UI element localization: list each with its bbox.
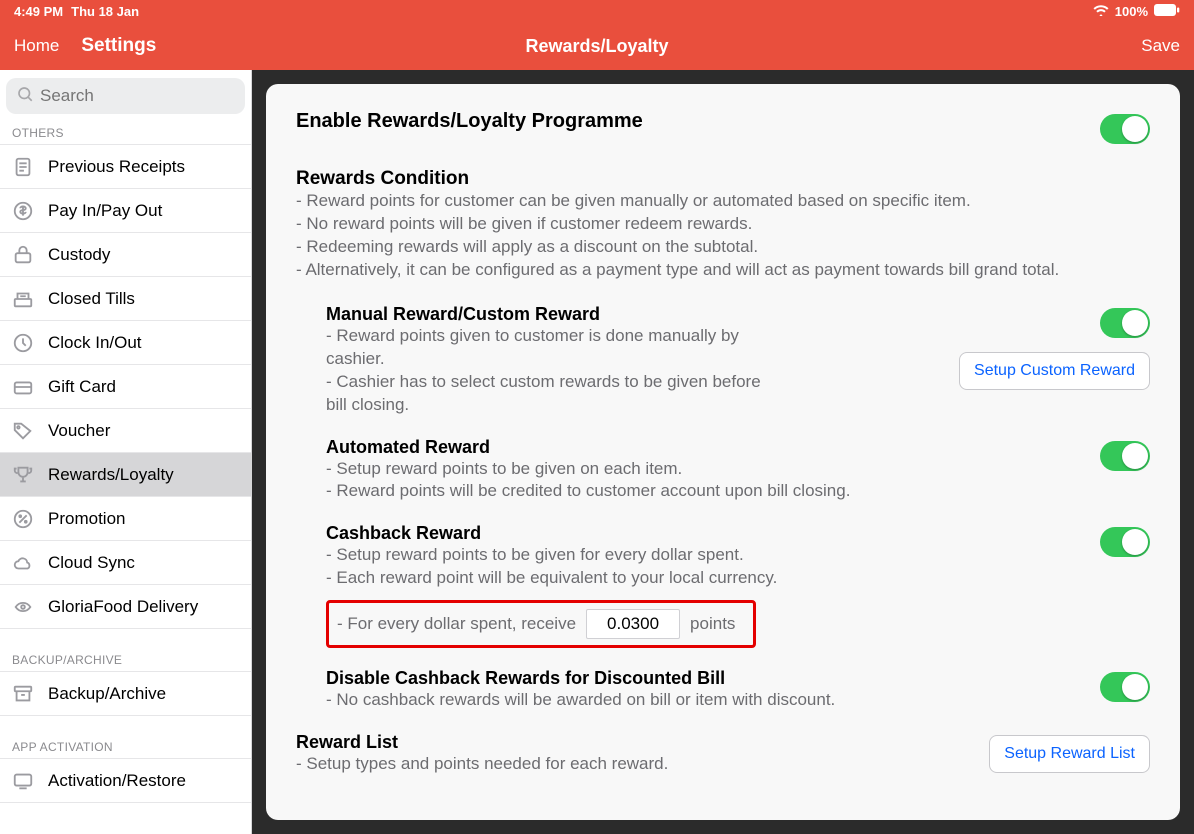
enable-rewards-title: Enable Rewards/Loyalty Programme [296, 110, 1086, 133]
content: Enable Rewards/Loyalty Programme Rewards… [252, 70, 1194, 834]
automated-reward-desc: - Setup reward points to be given on eac… [326, 458, 1086, 504]
nav-settings[interactable]: Settings [81, 35, 156, 57]
rewards-condition-title: Rewards Condition [296, 168, 1150, 190]
sidebar-item-label: Gift Card [48, 377, 116, 397]
disable-cashback-title: Disable Cashback Rewards for Discounted … [326, 668, 1086, 689]
sidebar-item-label: Activation/Restore [48, 771, 186, 791]
battery-percent: 100% [1115, 4, 1148, 19]
disable-cashback-desc: - No cashback rewards will be awarded on… [326, 689, 1086, 712]
sidebar-item-label: Pay In/Pay Out [48, 201, 162, 221]
sidebar-item-label: Closed Tills [48, 289, 135, 309]
sidebar-item-rewards[interactable]: Rewards/Loyalty [0, 453, 251, 497]
receipt-icon [10, 154, 36, 180]
setup-reward-list-button[interactable]: Setup Reward List [989, 735, 1150, 773]
tag-icon [10, 418, 36, 444]
device-icon [10, 768, 36, 794]
till-icon [10, 286, 36, 312]
section-backup: BACKUP/ARCHIVE [0, 629, 251, 672]
sidebar-item-label: Cloud Sync [48, 553, 135, 573]
sidebar-item-clock[interactable]: Clock In/Out [0, 321, 251, 365]
sidebar-item-label: Promotion [48, 509, 125, 529]
sidebar-item-label: Rewards/Loyalty [48, 465, 174, 485]
sidebar-item-custody[interactable]: Custody [0, 233, 251, 277]
sidebar-item-gloriafood[interactable]: GloriaFood Delivery [0, 585, 251, 629]
sidebar-item-label: GloriaFood Delivery [48, 597, 198, 617]
sidebar-item-activation[interactable]: Activation/Restore [0, 759, 251, 803]
trophy-icon [10, 462, 36, 488]
reward-list-title: Reward List [296, 732, 975, 753]
sidebar-item-previous-receipts[interactable]: Previous Receipts [0, 145, 251, 189]
lock-icon [10, 242, 36, 268]
reward-list-desc: - Setup types and points needed for each… [296, 753, 975, 776]
cashback-callout: - For every dollar spent, receive points [326, 600, 756, 648]
cashback-callout-pre: - For every dollar spent, receive [337, 614, 576, 634]
sidebar-item-pay-in-out[interactable]: Pay In/Pay Out [0, 189, 251, 233]
search-icon [16, 85, 34, 108]
sidebar-item-label: Backup/Archive [48, 684, 166, 704]
automated-reward-toggle[interactable] [1100, 441, 1150, 471]
cashback-reward-toggle[interactable] [1100, 527, 1150, 557]
sidebar-item-gift-card[interactable]: Gift Card [0, 365, 251, 409]
manual-reward-toggle[interactable] [1100, 308, 1150, 338]
sidebar-item-voucher[interactable]: Voucher [0, 409, 251, 453]
sidebar-item-cloud-sync[interactable]: Cloud Sync [0, 541, 251, 585]
setup-custom-reward-button[interactable]: Setup Custom Reward [959, 352, 1150, 390]
delivery-icon [10, 594, 36, 620]
sidebar-item-backup[interactable]: Backup/Archive [0, 672, 251, 716]
search-input[interactable] [40, 86, 252, 106]
manual-reward-desc: - Reward points given to customer is don… [326, 325, 786, 417]
cashback-reward-desc: - Setup reward points to be given for ev… [326, 544, 1086, 590]
clock-icon [10, 330, 36, 356]
nav-home[interactable]: Home [14, 36, 59, 56]
wifi-icon [1093, 4, 1109, 19]
sidebar: OTHERS Previous Receipts Pay In/Pay Out … [0, 70, 252, 834]
cashback-points-input[interactable] [586, 609, 680, 639]
archive-icon [10, 681, 36, 707]
cashback-callout-post: points [690, 614, 735, 634]
disable-cashback-toggle[interactable] [1100, 672, 1150, 702]
enable-rewards-toggle[interactable] [1100, 114, 1150, 144]
status-time: 4:49 PM [14, 4, 63, 19]
cashback-reward-title: Cashback Reward [326, 523, 1086, 544]
rewards-condition-desc: - Reward points for customer can be give… [296, 190, 1150, 282]
cash-icon [10, 198, 36, 224]
settings-card: Enable Rewards/Loyalty Programme Rewards… [266, 84, 1180, 820]
gift-icon [10, 374, 36, 400]
sidebar-item-label: Previous Receipts [48, 157, 185, 177]
status-bar: 4:49 PM Thu 18 Jan 100% [0, 0, 1194, 22]
save-button[interactable]: Save [1141, 36, 1194, 56]
manual-reward-title: Manual Reward/Custom Reward [326, 304, 945, 325]
battery-icon [1154, 4, 1180, 19]
search-field[interactable] [6, 78, 245, 114]
page-title: Rewards/Loyalty [0, 36, 1194, 57]
nav-bar: Home Settings Rewards/Loyalty Save [0, 22, 1194, 70]
automated-reward-title: Automated Reward [326, 437, 1086, 458]
sidebar-item-closed-tills[interactable]: Closed Tills [0, 277, 251, 321]
cloud-icon [10, 550, 36, 576]
sidebar-item-promotion[interactable]: Promotion [0, 497, 251, 541]
status-date: Thu 18 Jan [71, 4, 139, 19]
sidebar-item-label: Voucher [48, 421, 110, 441]
sidebar-item-label: Clock In/Out [48, 333, 142, 353]
section-activation: APP ACTIVATION [0, 716, 251, 759]
percent-icon [10, 506, 36, 532]
section-others: OTHERS [0, 120, 251, 145]
sidebar-item-label: Custody [48, 245, 110, 265]
